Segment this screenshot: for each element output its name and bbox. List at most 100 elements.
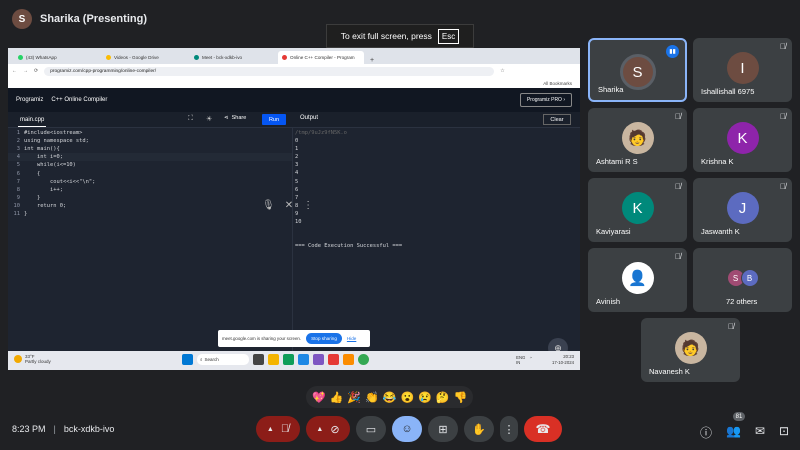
chrome-icon[interactable] [358, 354, 369, 365]
back-icon[interactable]: ← [12, 68, 17, 74]
code-line[interactable]: 6 { [8, 169, 292, 177]
url-field[interactable]: programiz.com/cpp-programming/online-com… [44, 66, 495, 76]
code-line[interactable]: 10 return 0; [8, 202, 292, 210]
reaction-emoji[interactable]: 👎 [454, 391, 468, 404]
language-indicator[interactable]: ENG IN [516, 355, 525, 365]
code-text: #include<iostream> [24, 130, 83, 137]
wifi-icon[interactable]: ◔ [529, 355, 532, 365]
code-text: int i=0; [24, 154, 63, 161]
reaction-emoji[interactable]: 👏 [365, 391, 379, 404]
file-explorer-icon[interactable] [268, 354, 279, 365]
app-icon[interactable] [343, 354, 354, 365]
mic-off-icon[interactable]: 🎙̸ [281, 423, 289, 435]
participant-tile-kaviyarasi[interactable]: K 🎙̸ Kaviyarasi [588, 178, 687, 242]
more-options-button[interactable]: ⋮ [500, 416, 518, 442]
browser-tab-compiler[interactable]: Online C++ Compiler - Program [278, 51, 364, 64]
code-line[interactable]: 8 i++; [8, 186, 292, 194]
reaction-emoji[interactable]: 👍 [330, 391, 344, 404]
code-line[interactable]: 4 int i=0; [8, 153, 292, 162]
participant-tile-jaswanth[interactable]: J 🎙̸ Jaswanth K [693, 178, 792, 242]
browser-tab-meet[interactable]: Meet - bck-xdkb-ivo [190, 51, 276, 64]
code-line[interactable]: 7 cout<<i<<"\n"; [8, 178, 292, 186]
fullscreen-icon[interactable]: ⛶ [188, 115, 193, 123]
people-icon[interactable]: 👥 [726, 424, 741, 441]
raise-hand-button[interactable]: ✋ [464, 416, 494, 442]
clear-button[interactable]: Clear [543, 114, 571, 125]
code-line[interactable]: 9 } [8, 194, 292, 202]
reaction-emoji[interactable]: 🤔 [436, 391, 450, 404]
meet-icon [194, 55, 199, 60]
reaction-emoji[interactable]: 🎉 [347, 391, 361, 404]
code-line[interactable]: 2 using namespace std; [8, 137, 292, 145]
participant-tile-sharika[interactable]: S ▮▮ Sharika [588, 38, 687, 102]
hide-button[interactable]: Hide [347, 336, 356, 341]
avatar-photo: 👤 [621, 262, 654, 294]
weather-widget[interactable]: 33°F Partly cloudy [14, 354, 51, 364]
info-icon[interactable]: ⓘ [700, 424, 712, 441]
participant-tile-others[interactable]: S B 72 others [693, 248, 792, 312]
output-tmp-path: /tmp/9uJz9fN5K.o [295, 130, 347, 136]
browser-tab-whatsapp[interactable]: (43) WhatsApp [14, 51, 100, 64]
mic-off-icon[interactable]: 🎙 [262, 200, 275, 211]
task-view-icon[interactable] [253, 354, 264, 365]
reaction-emoji[interactable]: 💖 [312, 391, 326, 404]
share-label: Share [231, 115, 247, 121]
windows-start-icon[interactable] [182, 354, 193, 365]
code-line[interactable]: 3 int main(){ [8, 145, 292, 153]
code-text: } [24, 210, 28, 217]
stop-sharing-button[interactable]: Stop sharing [306, 333, 342, 344]
programiz-logo[interactable]: Programiz [16, 97, 43, 103]
programiz-pro-button[interactable]: Programiz PRO › [519, 93, 572, 107]
share-button[interactable]: ⋖ Share [224, 115, 246, 121]
reload-icon[interactable]: ⟳ [34, 68, 38, 74]
participant-name: Kaviyarasi [596, 227, 631, 236]
participant-tile-krishna[interactable]: K 🎙̸ Krishna K [693, 108, 792, 172]
participant-tile-avinish[interactable]: 👤 🎙̸ Avinish [588, 248, 687, 312]
mic-off-icon: 🎙̸ [728, 322, 734, 331]
participant-tile-navanesh[interactable]: 🧑 🎙̸ Navanesh K [641, 318, 740, 382]
participant-name: Krishna K [701, 157, 734, 166]
edge-icon[interactable] [283, 354, 294, 365]
file-tab[interactable]: main.cpp [18, 114, 47, 127]
code-line[interactable]: 5 while(i<=10) [8, 161, 292, 169]
chat-icon[interactable]: ✉ [755, 424, 765, 441]
presenter-name: Sharika (Presenting) [40, 13, 147, 25]
star-icon[interactable]: ☆ [500, 68, 504, 74]
camera-off-icon[interactable]: ⊘ [330, 423, 339, 436]
activities-icon[interactable]: ⊡ [779, 424, 789, 441]
presenter-label: S Sharika (Presenting) [12, 8, 147, 30]
pane-divider[interactable] [292, 128, 293, 351]
captions-button[interactable]: ▭ [356, 416, 386, 442]
emoji-button[interactable]: ☺ [392, 416, 422, 442]
code-editor[interactable]: 1 #include<iostream> 2 using namespace std;… [8, 129, 292, 351]
reaction-emoji[interactable]: 😂 [383, 391, 397, 404]
browser-tab-drive[interactable]: Videos - Google Drive [102, 51, 188, 64]
run-button[interactable]: Run [262, 114, 286, 125]
participant-tile-ishallishall[interactable]: I 🎙̸ Ishallishall 6975 [693, 38, 792, 102]
participant-tile-ashtami[interactable]: 🧑 🎙̸ Ashtami R S [588, 108, 687, 172]
all-bookmarks[interactable]: All Bookmarks [543, 81, 572, 86]
output-line: 4 [295, 170, 299, 177]
app-icon[interactable] [313, 354, 324, 365]
line-number: 4 [16, 154, 20, 161]
pin-icon[interactable]: ✕ [285, 200, 293, 211]
chevron-up-icon[interactable]: ▲ [316, 426, 330, 433]
store-icon[interactable] [298, 354, 309, 365]
fullscreen-hint-text: To exit full screen, press [340, 31, 432, 41]
more-options-icon[interactable]: ⋮ [303, 200, 313, 211]
mcafee-icon[interactable] [328, 354, 339, 365]
leave-call-button[interactable]: ☎ [524, 416, 562, 442]
code-text: int main(){ [24, 146, 60, 153]
chevron-up-icon[interactable]: ▲ [267, 426, 281, 433]
reaction-emoji[interactable]: 😢 [418, 391, 432, 404]
code-line[interactable]: 11} [8, 210, 292, 218]
forward-icon[interactable]: → [23, 68, 28, 74]
taskbar-search[interactable]: ⌕ Search [197, 354, 249, 365]
theme-icon[interactable]: ☀ [206, 115, 212, 123]
line-number: 7 [16, 178, 20, 185]
present-button[interactable]: ⊞ [428, 416, 458, 442]
taskbar-clock[interactable]: 20:23 17-10-2024 [552, 354, 574, 366]
new-tab-icon[interactable]: + [370, 57, 374, 64]
reaction-emoji[interactable]: 😮 [401, 391, 415, 404]
code-line[interactable]: 1 #include<iostream> [8, 129, 292, 137]
